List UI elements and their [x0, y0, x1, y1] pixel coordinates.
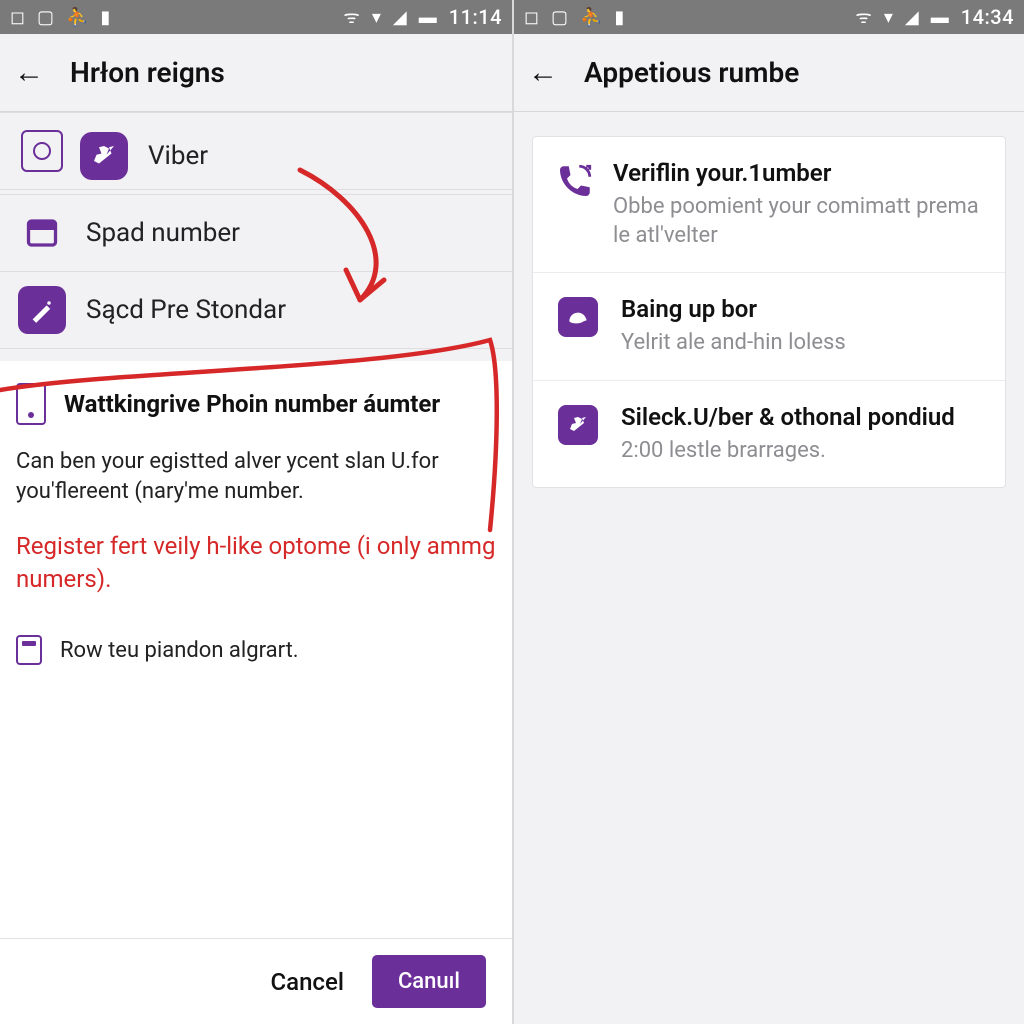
wifi-icon: ᯤ [855, 5, 871, 29]
viber-icon [80, 132, 128, 180]
status-bar: ◻ ▢ ⛹ ▮ ᯤ ▾ ◢ ▬ 11:14 [0, 0, 512, 34]
person-icon: ⛹ [66, 7, 88, 28]
sim-icon: ▮ [614, 7, 624, 28]
panel-body: Can ben your egistted alver ycent slan U… [16, 447, 496, 506]
card-item-backup[interactable]: Baing up bor Yelrit ale and-hin loless [533, 273, 1005, 381]
row-spad-number[interactable]: Spad number [0, 195, 512, 272]
info-panel: Wattkingrive Phoin number áumter Can ben… [0, 361, 512, 938]
card-subtitle: 2:00 lestle brarrages. [621, 437, 955, 466]
wand-icon [18, 286, 66, 334]
card-subtitle: Yelrit ale and-hin loless [621, 329, 846, 358]
row-viber[interactable]: Viber [0, 118, 512, 195]
wifi-full-icon: ▾ [884, 7, 893, 28]
animal-icon [553, 297, 603, 358]
phone-left: ◻ ▢ ⛹ ▮ ᯤ ▾ ◢ ▬ 11:14 ← Hrłon reigns Vib… [0, 0, 512, 1024]
card-item-select[interactable]: Sileck.U/ber & othonal pondiud 2:00 lest… [533, 381, 1005, 488]
clock: 11:14 [449, 5, 502, 29]
battery-icon: ▬ [931, 7, 949, 28]
square-icon: ◻ [524, 7, 539, 28]
signal-icon: ◢ [393, 7, 407, 28]
panel-last-line: Row teu piandon algrart. [16, 635, 496, 665]
row-label: Viber [148, 141, 208, 171]
contact-icon [21, 130, 63, 172]
phone-icon [16, 383, 46, 425]
footer: Cancel Canuıl [0, 938, 512, 1024]
page-title: Appetious rumbe [584, 56, 799, 89]
image-icon: ▢ [551, 7, 568, 28]
status-bar: ◻ ▢ ⛹ ▮ ᯤ ▾ ◢ ▬ 14:34 [514, 0, 1024, 34]
battery-icon: ▬ [419, 7, 437, 28]
card-subtitle: Obbe poomient your comimatt prema le atl… [613, 193, 985, 250]
options-list: Viber Spad number Sącd Pre Stondar [0, 112, 512, 349]
viber-icon [553, 405, 603, 466]
row-label: Sącd Pre Stondar [86, 295, 286, 325]
panel-red-note: Register fert veily h-like optome (i onl… [16, 530, 496, 595]
card-title: Veriflin your.1umber [613, 159, 985, 187]
panel-title: Wattkingrive Phoin number áumter [64, 390, 440, 418]
card-title: Baing up bor [621, 295, 846, 323]
phone-refresh-icon [553, 161, 595, 250]
wifi-icon: ᯤ [343, 5, 359, 29]
card-title: Sileck.U/ber & othonal pondiud [621, 403, 955, 431]
sim-icon: ▮ [100, 7, 110, 28]
card: Veriflin your.1umber Obbe poomient your … [532, 136, 1006, 488]
cancel-button[interactable]: Cancel [270, 968, 343, 996]
back-icon[interactable]: ← [528, 58, 558, 88]
cards-area: Veriflin your.1umber Obbe poomient your … [514, 112, 1024, 512]
panel-last-text: Row teu piandon algrart. [60, 638, 299, 663]
page-title: Hrłon reigns [70, 56, 225, 89]
clock: 14:34 [961, 5, 1014, 29]
back-icon[interactable]: ← [14, 58, 44, 88]
clipboard-icon [16, 635, 42, 665]
square-icon: ◻ [10, 7, 25, 28]
wifi-full-icon: ▾ [372, 7, 381, 28]
person-icon: ⛹ [580, 7, 602, 28]
card-item-verify[interactable]: Veriflin your.1umber Obbe poomient your … [533, 137, 1005, 273]
app-bar: ← Hrłon reigns [0, 34, 512, 112]
row-label: Spad number [86, 218, 240, 248]
row-pre-stondar[interactable]: Sącd Pre Stondar [0, 272, 512, 349]
confirm-button[interactable]: Canuıl [372, 955, 486, 1008]
phone-right: ◻ ▢ ⛹ ▮ ᯤ ▾ ◢ ▬ 14:34 ← Appetious rumbe … [512, 0, 1024, 1024]
signal-icon: ◢ [905, 7, 919, 28]
app-bar: ← Appetious rumbe [514, 34, 1024, 112]
box-icon [18, 209, 66, 257]
image-icon: ▢ [37, 7, 54, 28]
